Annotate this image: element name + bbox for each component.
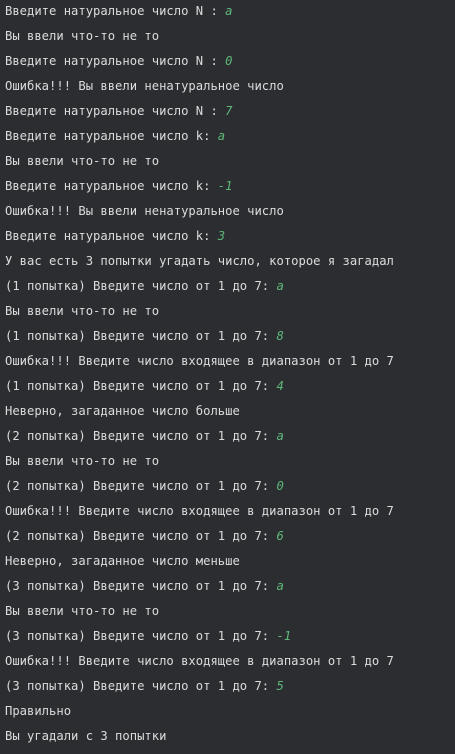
console-line: Ошибка!!! Вы ввели ненатуральное число xyxy=(5,200,284,222)
console-line-text: Ошибка!!! Введите число входящее в диапа… xyxy=(5,654,394,668)
console-line: (3 попытка) Введите число от 1 до 7: -1 xyxy=(5,625,291,647)
console-line-text: (2 попытка) Введите число от 1 до 7: xyxy=(5,429,277,443)
console-line: Неверно, загаданное число больше xyxy=(5,400,240,422)
console-line-text: (2 попытка) Введите число от 1 до 7: xyxy=(5,479,277,493)
console-line: (3 попытка) Введите число от 1 до 7: a xyxy=(5,575,284,597)
console-line: (1 попытка) Введите число от 1 до 7: 8 xyxy=(5,325,284,347)
console-line-text: (1 попытка) Введите число от 1 до 7: xyxy=(5,329,277,343)
console-line-text: Введите натуральное число k: xyxy=(5,129,218,143)
console-line: (1 попытка) Введите число от 1 до 7: a xyxy=(5,275,284,297)
console-line-text: Введите натуральное число k: xyxy=(5,229,218,243)
console-line: Введите натуральное число k: a xyxy=(5,125,225,147)
console-user-input: -1 xyxy=(217,179,233,193)
console-line-text: Ошибка!!! Введите число входящее в диапа… xyxy=(5,354,394,368)
console-line-text: Введите натуральное число N : xyxy=(5,104,226,118)
console-line-text: (1 попытка) Введите число от 1 до 7: xyxy=(5,279,277,293)
console-user-input: 8 xyxy=(276,329,284,343)
console-line-text: Неверно, загаданное число меньше xyxy=(5,554,240,568)
console-line-text: (1 попытка) Введите число от 1 до 7: xyxy=(5,379,277,393)
console-line: Ошибка!!! Введите число входящее в диапа… xyxy=(5,500,394,522)
console-user-input: 4 xyxy=(276,379,284,393)
console-line: (3 попытка) Введите число от 1 до 7: 5 xyxy=(5,675,284,697)
console-line: Введите натуральное число N : 7 xyxy=(5,100,232,122)
console-line: Вы ввели что-то не то xyxy=(5,600,159,622)
console-user-input: 5 xyxy=(276,679,284,693)
console-user-input: a xyxy=(217,129,226,143)
console-user-input: 0 xyxy=(276,479,284,493)
console-output: Введите натуральное число N : a Вы ввели … xyxy=(0,0,455,754)
console-user-input: a xyxy=(276,279,284,293)
console-line-text: Введите натуральное число N : xyxy=(5,54,226,68)
console-line: Ошибка!!! Введите число входящее в диапа… xyxy=(5,650,394,672)
console-line-text: Ошибка!!! Вы ввели ненатуральное число xyxy=(5,79,284,93)
console-line-text: Вы ввели что-то не то xyxy=(5,154,160,168)
console-user-input: a xyxy=(276,429,284,443)
console-line: Вы ввели что-то не то xyxy=(5,25,159,47)
console-line: Введите натуральное число N : a xyxy=(5,0,232,22)
console-line: Вы ввели что-то не то xyxy=(5,150,159,172)
console-line: Вы ввели что-то не то xyxy=(5,450,159,472)
console-line-text: Правильно xyxy=(5,704,72,718)
console-line: Вы ввели что-то не то xyxy=(5,300,159,322)
console-line-text: (3 попытка) Введите число от 1 до 7: xyxy=(5,629,277,643)
console-line: Правильно xyxy=(5,700,71,722)
console-line-text: У вас есть 3 попытки угадать число, кото… xyxy=(5,254,394,268)
console-line-text: Неверно, загаданное число больше xyxy=(5,404,240,418)
console-line-text: Вы ввели что-то не то xyxy=(5,29,160,43)
console-line: Вы угадали с 3 попытки xyxy=(5,725,166,747)
console-line-text: (2 попытка) Введите число от 1 до 7: xyxy=(5,529,277,543)
console-line-text: Введите натуральное число k: xyxy=(5,179,218,193)
console-line: Ошибка!!! Введите число входящее в диапа… xyxy=(5,350,394,372)
console-line: (1 попытка) Введите число от 1 до 7: 4 xyxy=(5,375,284,397)
console-line-text: Ошибка!!! Вы ввели ненатуральное число xyxy=(5,204,284,218)
console-line: (2 попытка) Введите число от 1 до 7: 0 xyxy=(5,475,284,497)
console-user-input: 3 xyxy=(217,229,226,243)
console-user-input: a xyxy=(225,4,233,18)
console-line: Введите натуральное число N : 0 xyxy=(5,50,232,72)
console-line-text: Введите натуральное число N : xyxy=(5,4,226,18)
console-line-text: Вы ввели что-то не то xyxy=(5,454,160,468)
console-line-text: Вы угадали с 3 попытки xyxy=(5,729,167,743)
console-line-text: Ошибка!!! Введите число входящее в диапа… xyxy=(5,504,394,518)
console-line: Неверно, загаданное число меньше xyxy=(5,550,240,572)
console-line-text: Вы ввели что-то не то xyxy=(5,604,160,618)
console-user-input: 7 xyxy=(225,104,233,118)
console-line: (2 попытка) Введите число от 1 до 7: a xyxy=(5,425,284,447)
console-line-text: (3 попытка) Введите число от 1 до 7: xyxy=(5,679,277,693)
console-user-input: 6 xyxy=(276,529,284,543)
console-line: Введите натуральное число k: 3 xyxy=(5,225,225,247)
console-line: Введите натуральное число k: -1 xyxy=(5,175,232,197)
console-line: Ошибка!!! Вы ввели ненатуральное число xyxy=(5,75,284,97)
console-line-text: Вы ввели что-то не то xyxy=(5,304,160,318)
console-user-input: -1 xyxy=(276,629,292,643)
console-line-text: (3 попытка) Введите число от 1 до 7: xyxy=(5,579,277,593)
console-line: У вас есть 3 попытки угадать число, кото… xyxy=(5,250,394,272)
console-user-input: 0 xyxy=(225,54,233,68)
console-line: (2 попытка) Введите число от 1 до 7: 6 xyxy=(5,525,284,547)
console-user-input: a xyxy=(276,579,284,593)
